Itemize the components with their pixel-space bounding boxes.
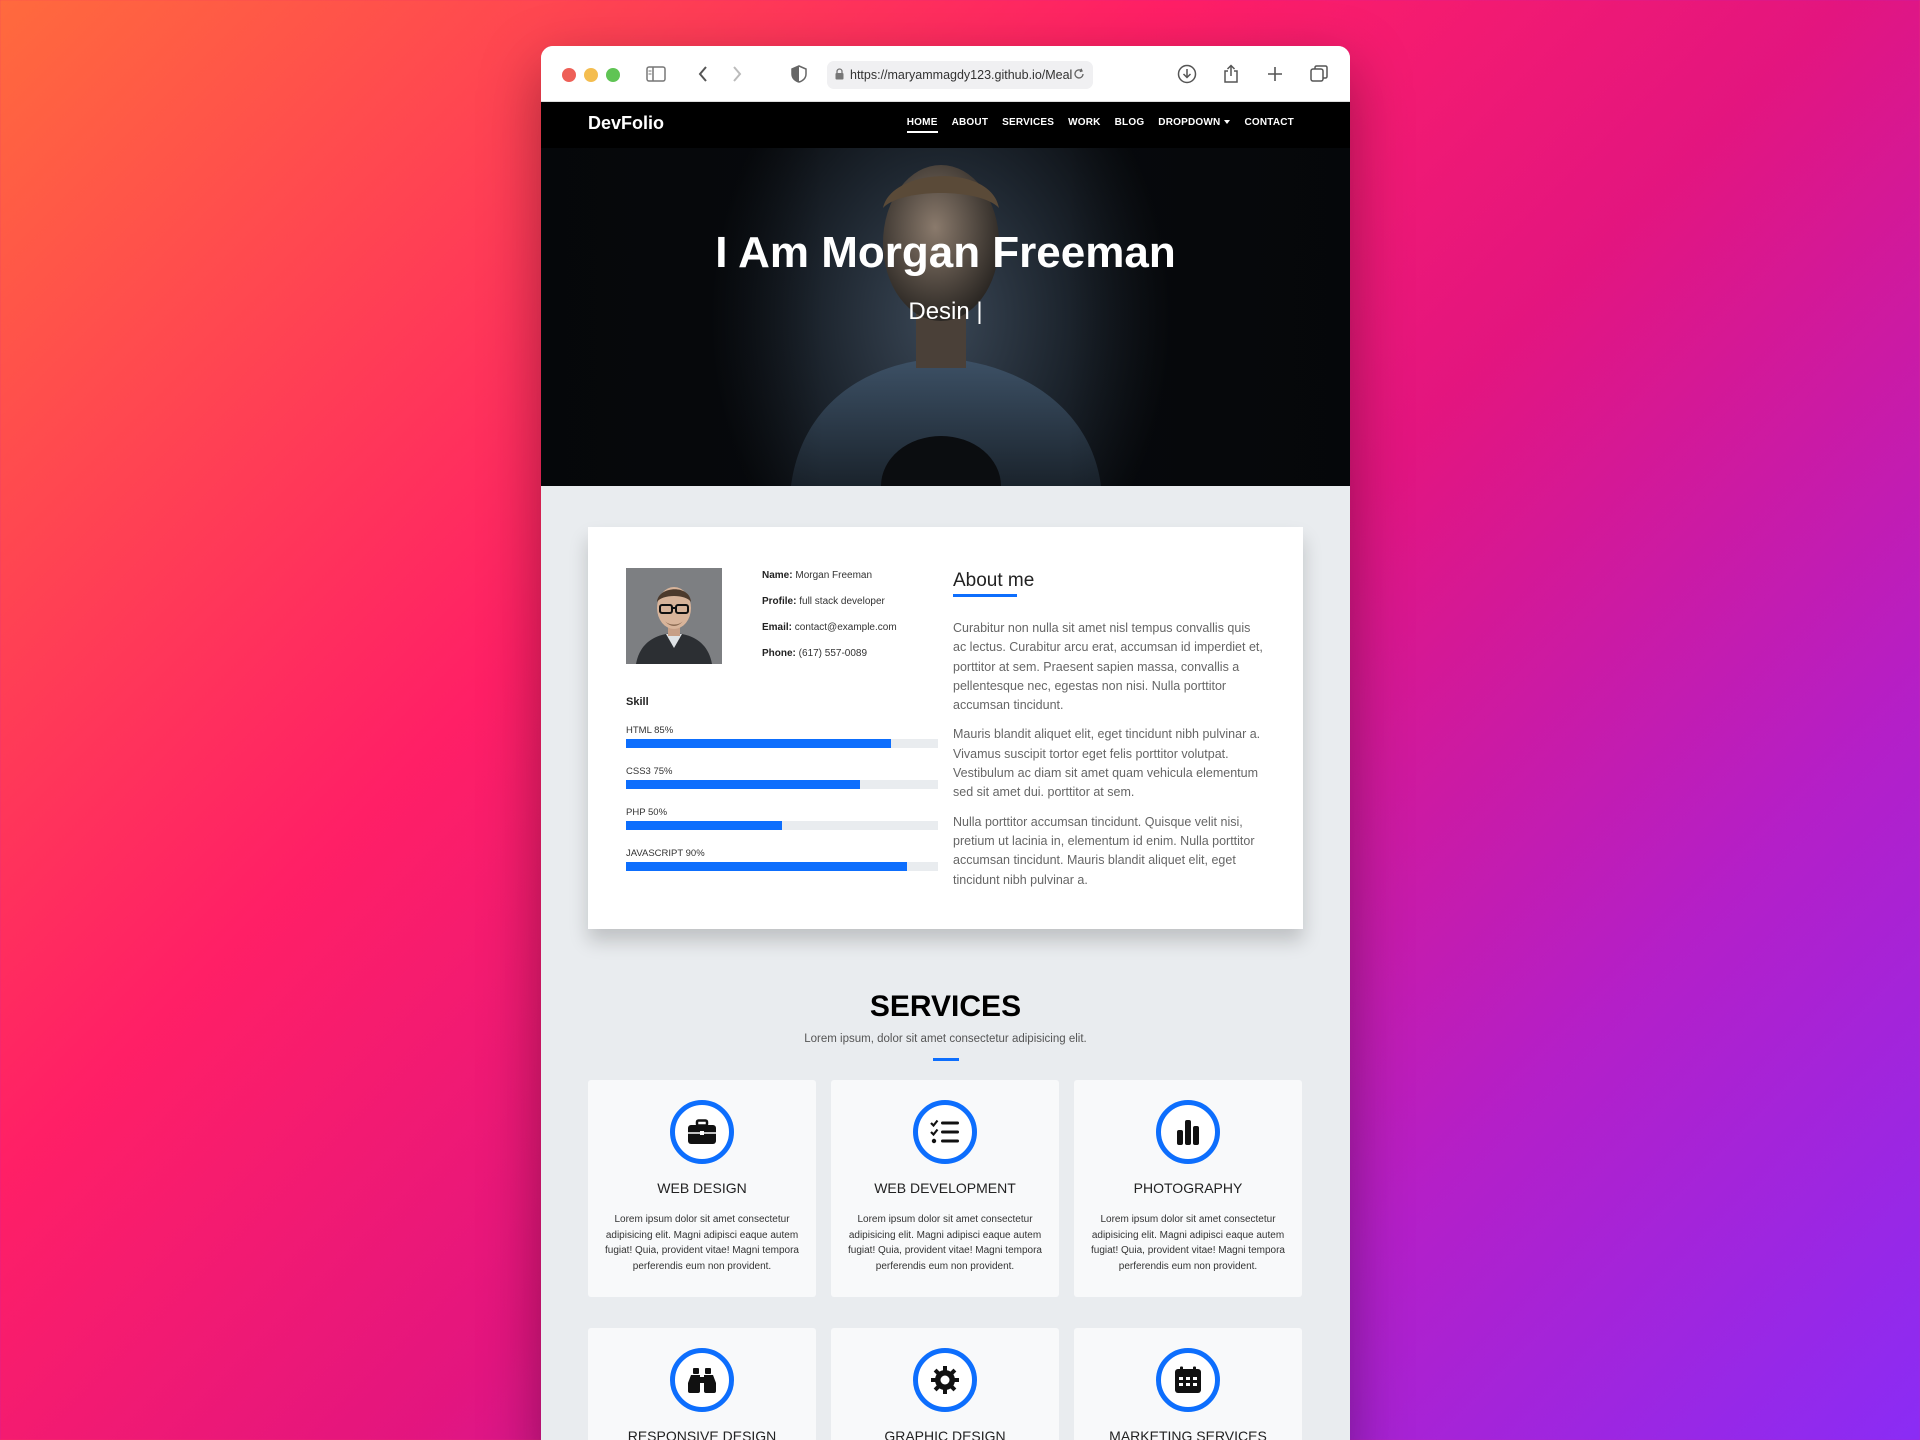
site-brand[interactable]: DevFolio xyxy=(588,113,664,134)
info-profile-value: full stack developer xyxy=(799,596,885,607)
profile-info: Name: Morgan Freeman Profile: full stack… xyxy=(762,570,897,674)
service-card[interactable]: GRAPHIC DESIGN xyxy=(831,1328,1059,1440)
hero-subtitle: Desin | xyxy=(908,298,983,325)
progress-track xyxy=(626,739,938,748)
briefcase-icon xyxy=(670,1100,734,1164)
info-email-label: Email: xyxy=(762,622,793,633)
skill-label: CSS3 75% xyxy=(626,766,673,777)
about-text: Curabitur non nulla sit amet nisl tempus… xyxy=(953,619,1263,900)
nav-link-about[interactable]: ABOUT xyxy=(952,117,989,133)
about-paragraph: Curabitur non nulla sit amet nisl tempus… xyxy=(953,621,1263,713)
info-phone: Phone: (617) 557-0089 xyxy=(762,648,897,660)
skill-title: Skill xyxy=(626,696,649,708)
service-name: WEB DESIGN xyxy=(657,1180,747,1196)
info-phone-value: (617) 557-0089 xyxy=(798,648,868,659)
skill-label: HTML 85% xyxy=(626,725,674,736)
nav-link-services[interactable]: SERVICES xyxy=(1002,117,1054,133)
skills-list: HTML 85% CSS3 75% PHP 50% JAVASCRIPT 90% xyxy=(626,725,938,889)
info-name-label: Name: xyxy=(762,570,793,581)
progress-track xyxy=(626,821,938,830)
service-name: MARKETING SERVICES xyxy=(1109,1428,1267,1440)
service-card[interactable]: MARKETING SERVICES xyxy=(1074,1328,1302,1440)
nav-link-dropdown-label: DROPDOWN xyxy=(1158,117,1221,128)
services-title: SERVICES xyxy=(869,990,1022,1023)
skill-label: PHP 50% xyxy=(626,807,668,818)
service-description: Lorem ipsum dolor sit amet consectetur a… xyxy=(848,1214,1042,1272)
share-icon[interactable] xyxy=(1219,62,1243,86)
profile-photo xyxy=(626,568,722,664)
progress-fill xyxy=(626,862,907,871)
url-text: https://maryammagdy123.github.io/Mealify xyxy=(850,68,1073,82)
service-name: GRAPHIC DESIGN xyxy=(884,1428,1006,1440)
progress-track xyxy=(626,780,938,789)
service-name: WEB DEVELOPMENT xyxy=(874,1180,1016,1196)
back-arrow-icon[interactable] xyxy=(691,62,715,86)
browser-window: https://maryammagdy123.github.io/Mealify… xyxy=(541,46,1350,1440)
info-profile-label: Profile: xyxy=(762,596,797,607)
service-description: Lorem ipsum dolor sit amet consectetur a… xyxy=(1091,1214,1285,1272)
binoculars-icon xyxy=(670,1348,734,1412)
chevron-down-icon xyxy=(1224,120,1231,125)
about-heading-underline xyxy=(953,594,1017,597)
info-profile: Profile: full stack developer xyxy=(762,596,897,608)
skill-label: JAVASCRIPT 90% xyxy=(626,848,705,859)
nav-dropdown[interactable]: DROPDOWN xyxy=(1158,117,1231,133)
info-email: Email: contact@example.com xyxy=(762,622,897,634)
service-card[interactable]: WEB DESIGN Lorem ipsum dolor sit amet co… xyxy=(588,1080,816,1297)
about-heading: About me xyxy=(953,570,1035,591)
checklist-icon xyxy=(913,1100,977,1164)
about-card: Name: Morgan Freeman Profile: full stack… xyxy=(588,527,1303,929)
avatar xyxy=(626,568,722,664)
gear-icon xyxy=(913,1348,977,1412)
lock-icon xyxy=(835,67,844,83)
minimize-window-button[interactable] xyxy=(584,68,598,82)
nav-link-contact[interactable]: CONTACT xyxy=(1244,117,1294,133)
service-card[interactable]: PHOTOGRAPHY Lorem ipsum dolor sit amet c… xyxy=(1074,1080,1302,1297)
services-subtitle: Lorem ipsum, dolor sit amet consectetur … xyxy=(804,1033,1087,1045)
tab-overview-icon[interactable] xyxy=(1307,62,1331,86)
progress-fill xyxy=(626,739,892,748)
forward-arrow-icon[interactable] xyxy=(725,62,749,86)
nav-link-work[interactable]: WORK xyxy=(1068,117,1100,133)
reload-icon[interactable] xyxy=(1073,68,1085,83)
skill-css3: CSS3 75% xyxy=(626,766,938,807)
about-paragraph: Mauris blandit aliquet elit, eget tincid… xyxy=(953,727,1261,800)
service-card[interactable]: RESPONSIVE DESIGN xyxy=(588,1328,816,1440)
nav-link-blog[interactable]: BLOG xyxy=(1115,117,1145,133)
hero-title: I Am Morgan Freeman xyxy=(715,228,1176,277)
maximize-window-button[interactable] xyxy=(606,68,620,82)
info-name-value: Morgan Freeman xyxy=(795,570,873,581)
service-name: PHOTOGRAPHY xyxy=(1133,1180,1243,1196)
new-tab-icon[interactable] xyxy=(1263,62,1287,86)
calendar-icon xyxy=(1156,1348,1220,1412)
progress-fill xyxy=(626,821,782,830)
nav-links: HOME ABOUT SERVICES WORK BLOG DROPDOWN C… xyxy=(906,117,1294,133)
browser-toolbar: https://maryammagdy123.github.io/Mealify xyxy=(541,46,1350,102)
service-card[interactable]: WEB DEVELOPMENT Lorem ipsum dolor sit am… xyxy=(831,1080,1059,1297)
progress-fill xyxy=(626,780,860,789)
shield-icon[interactable] xyxy=(787,62,811,86)
sidebar-toggle-icon[interactable] xyxy=(644,62,668,86)
info-name: Name: Morgan Freeman xyxy=(762,570,897,582)
progress-track xyxy=(626,862,938,871)
services-title-underline xyxy=(933,1058,959,1061)
about-paragraph: Nulla porttitor accumsan tincidunt. Quis… xyxy=(953,814,1255,887)
info-email-value: contact@example.com xyxy=(794,622,897,633)
address-bar[interactable]: https://maryammagdy123.github.io/Mealify xyxy=(827,61,1093,89)
skill-javascript: JAVASCRIPT 90% xyxy=(626,848,938,889)
close-window-button[interactable] xyxy=(562,68,576,82)
skill-php: PHP 50% xyxy=(626,807,938,848)
site-navbar: DevFolio HOME ABOUT SERVICES WORK BLOG D… xyxy=(541,102,1350,148)
hero-section: I Am Morgan Freeman Desin | xyxy=(541,148,1350,486)
download-icon[interactable] xyxy=(1175,62,1199,86)
service-description: Lorem ipsum dolor sit amet consectetur a… xyxy=(605,1214,799,1272)
bar-chart-icon xyxy=(1156,1100,1220,1164)
info-phone-label: Phone: xyxy=(762,648,796,659)
service-name: RESPONSIVE DESIGN xyxy=(627,1428,777,1440)
skill-html: HTML 85% xyxy=(626,725,938,766)
nav-link-home[interactable]: HOME xyxy=(906,117,938,133)
